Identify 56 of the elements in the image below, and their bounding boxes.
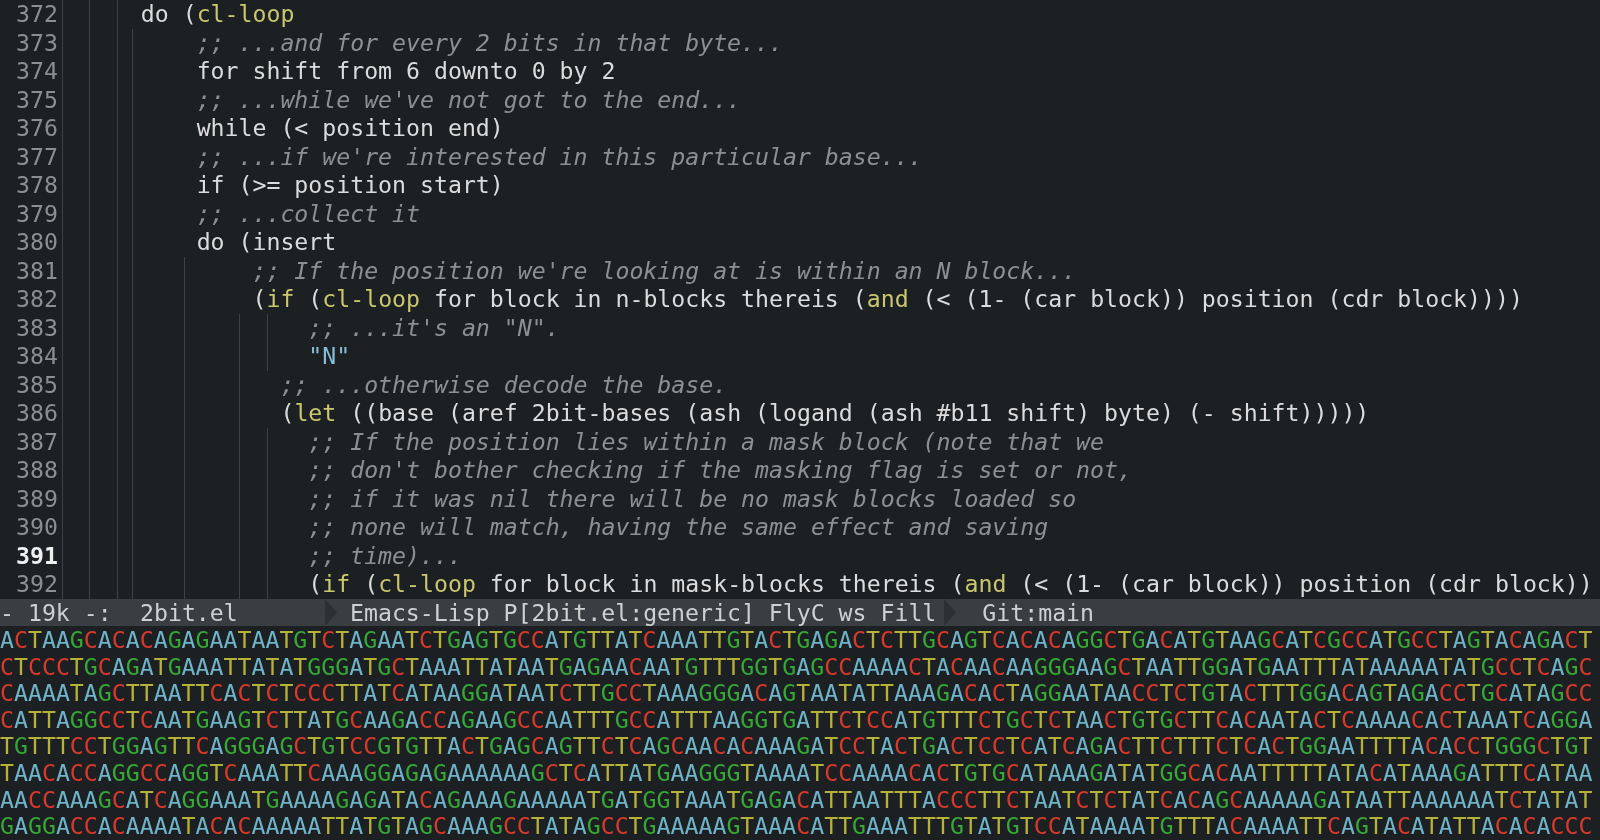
line-number: 374 xyxy=(15,57,58,86)
line-number: 382 xyxy=(15,285,58,314)
code-line: ;; If the position lies within a mask block (note that we xyxy=(307,427,1105,455)
sequence-line: CTCCCTGCAGATGAAATTATATGGGATGCTAAATTATAATGAGAACAATGTTTGGTGAGCCAAAACTACAACAAGGGAAGCTAATTGGATGAATTTATAAAAATATGCCTCAGC xyxy=(0,653,1593,681)
line-number: 385 xyxy=(15,370,58,399)
separator-icon xyxy=(325,599,337,626)
line-number: 384 xyxy=(15,342,58,371)
sequence-line: TAACACCAGGCCAGGTCAAATTCAAAGGAGAGAAAAAAGCTCATTATGAAGGGTAAAATCCAAAACACTGTGCATAAAGATATGGCACAATTTTTATACATAAAGATTTCATAA xyxy=(0,759,1593,787)
line-number: 380 xyxy=(15,228,58,257)
code-line: ;; ...and for every 2 bits in that byte... xyxy=(195,28,783,56)
code-line: ;; ...it's an "N". xyxy=(307,313,560,341)
sequence-line: GAGGACCACAAAATACACAAAAATTATGTAGCAAAGCCTATAGCCTGAAAAAGTAAACATTGAAATTTGTATGTCCATAAAATGTTTACAAAATTCAGTACATATTACACACCC xyxy=(0,813,1593,840)
line-number: 383 xyxy=(15,313,58,342)
line-number: 373 xyxy=(15,28,58,57)
code-line: "N" xyxy=(307,342,351,369)
mode-line-text: Emacs-Lisp P[2bit.el:generic] FlyC ws Fill xyxy=(349,599,938,626)
code-line: ;; ...while we've not got to the end... xyxy=(195,85,742,113)
code-line: ;; ...collect it xyxy=(195,199,420,227)
code-line: do (cl-loop xyxy=(139,0,295,27)
code-line: ;; ...otherwise decode the base. xyxy=(279,370,728,398)
line-number: 392 xyxy=(15,570,58,599)
code-line: ;; time)... xyxy=(307,541,462,569)
sequence-line: TGTTTCCTGGAGTTCAGGGAGCTGTCCGTGTTACTGAGCAGTTCTCAGCAACACAAAGATCCTACTGACTCCTCATCAGACTTCTTTCTCACTGGAATTTTACACCTGGGCTGT xyxy=(0,733,1593,760)
code-line: ;; ...if we're interested in this particular base... xyxy=(195,142,923,170)
code-line: (if (cl-loop for block in mask-blocks thereis (and (< (1- (car block)) position (cdr block)) xyxy=(307,570,1593,597)
sequence-line: ACTAAGCACACAGAGAATAATGTCTAGAATCTGAGTGCCATGTTATCAAATTGTACTGAGACTCTTGCAGTCACACAGGCTGACATGTAAGCATCGCCATGCCTAGTACAGACT xyxy=(0,627,1593,654)
line-number: 390 xyxy=(15,513,58,542)
line-number: 377 xyxy=(15,142,58,171)
code-line: for shift from 6 downto 0 by 2 xyxy=(195,57,616,84)
line-number: 391 xyxy=(15,541,58,570)
sequence-line: CATTAGGCCTCAATGAAGTCTTATGCAAGACCAGAAGCCAATTTGCCATTTAAGGTGATTCTCCATGTTTCTGCTCTAACTGTGCTTCACAATACTCAAAACACTAAATCAGGA xyxy=(0,706,1593,734)
code-line: while (< position end) xyxy=(195,114,504,141)
code-line: (if (cl-loop for block in n-blocks thereis (and (< (1- (car block)) position (cdr block)))) xyxy=(251,285,1523,312)
separator-icon xyxy=(944,599,957,626)
sequence-line: AACCAAAGCATCAGGAAATGAAAAGAGATACAGAAAGAAAAATGATGGTAAATGAGACATTAATTTACCCTTCTAATCTCTATCACAGCAAAAAGATAATTAAAAAATCTATAT xyxy=(0,786,1593,814)
line-number: 375 xyxy=(15,85,58,114)
mode-line-text: - 19k -: xyxy=(0,599,113,626)
line-number: 388 xyxy=(15,456,58,485)
line-number: 381 xyxy=(15,256,58,285)
sequence-line: CAAAATAGCTTAATTCACTCTCCCTTATCATAAGGATAATCTTGCCTAAAGGGACAGTAATATTAAAGACACTAGGAATAACCTCTGTACTTTGGACAGTAGACCTGCATAGCC xyxy=(0,680,1593,707)
line-number: 387 xyxy=(15,427,58,456)
line-number: 386 xyxy=(15,399,58,428)
code-line: ;; don't bother checking if the masking flag is set or not, xyxy=(307,456,1132,483)
line-number: 379 xyxy=(15,199,58,228)
line-number: 376 xyxy=(15,114,58,143)
code-line: do (insert xyxy=(195,228,337,255)
code-line: ;; if it was nil there will be no mask blocks loaded so xyxy=(307,484,1077,512)
line-number: 372 xyxy=(15,0,58,29)
line-number: 389 xyxy=(15,484,58,513)
mode-line-text: Git:main xyxy=(981,599,1095,626)
code-line: ;; none will match, having the same effect and saving xyxy=(307,513,1049,540)
code-line: (let ((base (aref 2bit-bases (ash (logand (ash #b11 shift) byte) (- shift))))) xyxy=(279,399,1370,426)
code-line: ;; If the position we're looking at is within an N block... xyxy=(251,256,1077,284)
line-number: 378 xyxy=(15,171,58,200)
code-line: if (>= position start) xyxy=(195,171,504,198)
mode-line-text: 2bit.el xyxy=(140,599,239,626)
